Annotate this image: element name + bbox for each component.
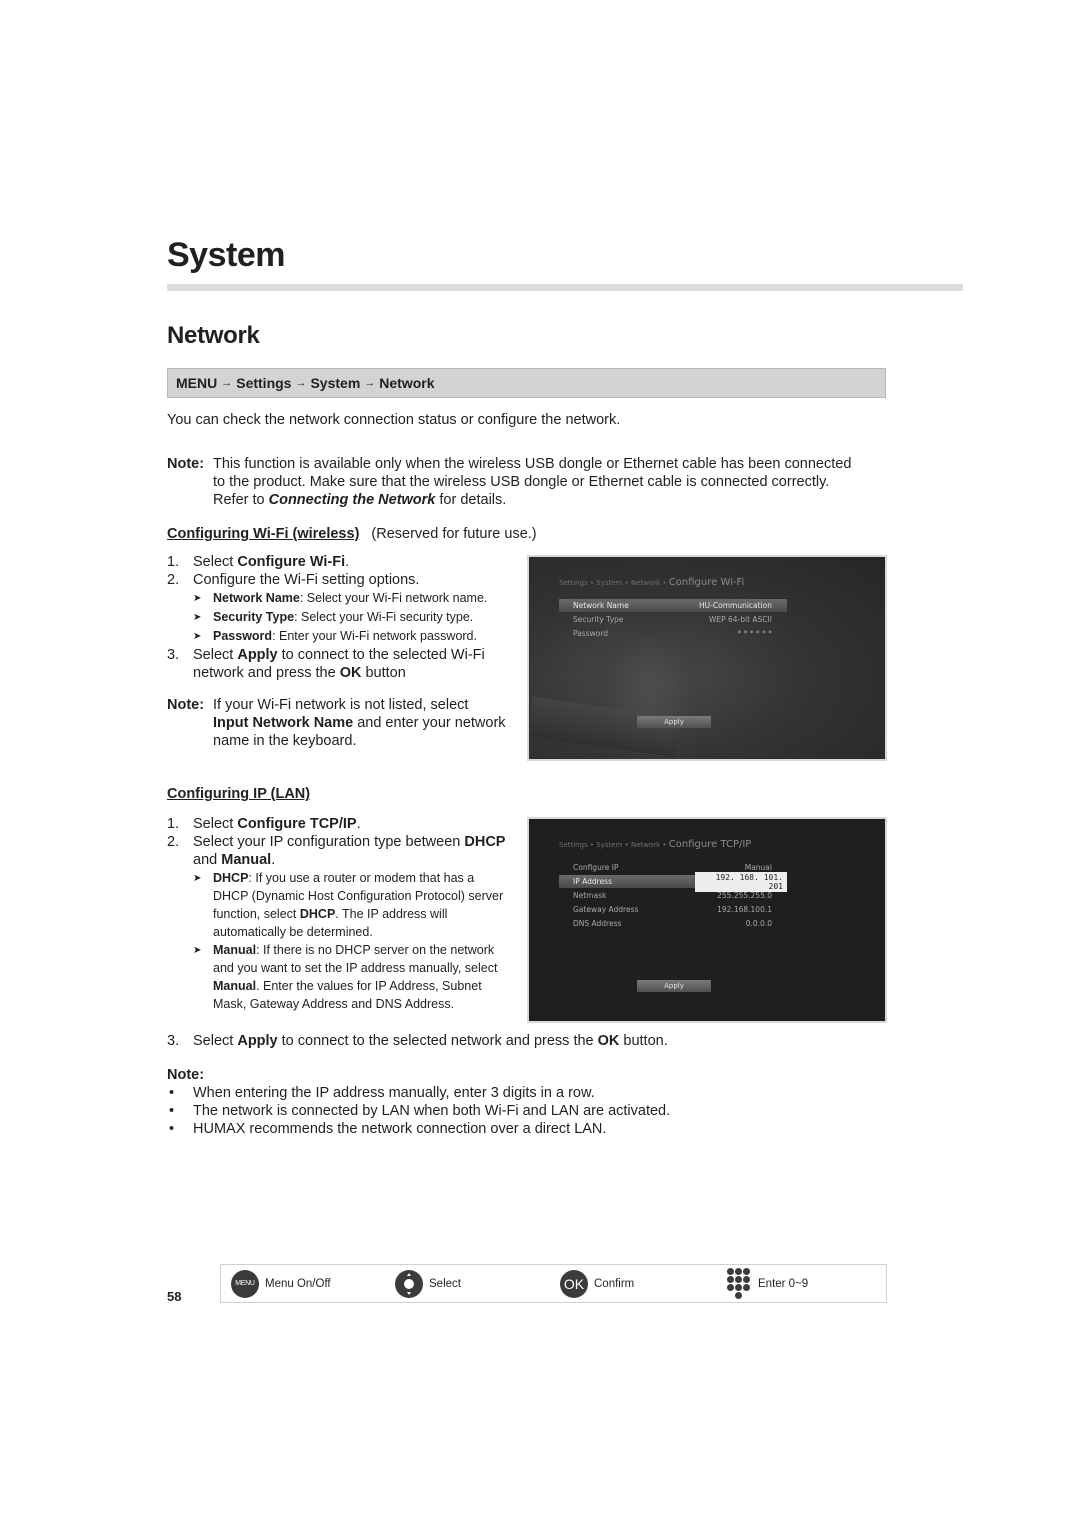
screen-row-ip-address: IP Address 192. 168. 101. 201 xyxy=(559,871,787,892)
breadcrumb-arrow-icon: → xyxy=(295,377,307,389)
connection-note: Note: This function is available only whe… xyxy=(167,455,897,509)
step-number: 1. xyxy=(167,554,180,570)
step-item: 3. Select Apply to connect to the select… xyxy=(167,647,485,681)
wifi-steps-list: 1. Select Configure Wi-Fi. 2. Configure … xyxy=(167,553,517,682)
step-number: 2. xyxy=(167,572,180,588)
bullet-item: ➤ Manual: If there is no DHCP server on t… xyxy=(193,943,498,1011)
breadcrumb-arrow-icon: → xyxy=(364,377,376,389)
lan-section-heading: Configuring IP (LAN) xyxy=(167,786,311,802)
note-text: to the product. Make sure that the wirel… xyxy=(213,474,830,490)
configure-wifi-screenshot: Settings • System • Network • Configure … xyxy=(527,555,887,761)
menu-button-icon: MENU xyxy=(231,1269,259,1298)
note-text: for details. xyxy=(435,492,507,508)
chevron-right-icon: ➤ xyxy=(193,945,202,956)
legend-item: OK Confirm xyxy=(560,1265,634,1302)
chevron-right-icon: ➤ xyxy=(193,873,202,884)
breadcrumb-arrow-icon: → xyxy=(221,377,233,389)
number-keypad-icon xyxy=(726,1267,752,1301)
page-number: 58 xyxy=(167,1289,182,1304)
step-number: 3. xyxy=(167,647,180,663)
final-note: Note: • When entering the IP address manu… xyxy=(167,1066,670,1138)
note-bullet: • When entering the IP address manually, … xyxy=(169,1085,595,1101)
subsection-title: Configuring Wi-Fi (wireless) xyxy=(167,526,360,542)
bullet-dot-icon: • xyxy=(169,1103,175,1119)
legend-label: Enter 0~9 xyxy=(758,1277,809,1290)
section-title: Network xyxy=(167,322,260,349)
note-label: Note: xyxy=(167,697,205,713)
breadcrumb-item: Settings xyxy=(236,375,292,391)
note-bullet: • The network is connected by LAN when bo… xyxy=(169,1103,671,1119)
chapter-title: System xyxy=(167,236,285,274)
screen-row-netmask: Netmask 255.255.255.0 xyxy=(573,891,772,900)
lan-steps-list: 1. Select Configure TCP/IP. 2. Select yo… xyxy=(167,815,512,1013)
legend-item: Enter 0~9 xyxy=(726,1265,808,1302)
step-item: 1. Select Configure TCP/IP. xyxy=(167,816,361,832)
screen-breadcrumb: Settings • System • Network • Configure … xyxy=(559,577,745,588)
note-text: This function is available only when the… xyxy=(213,456,852,472)
bullet-item: ➤ Network Name: Select your Wi-Fi network… xyxy=(167,589,517,608)
screen-apply-button: Apply xyxy=(637,980,711,992)
breadcrumb-item: Network xyxy=(379,375,435,391)
legend-item: Select xyxy=(395,1265,461,1302)
configure-tcpip-screenshot: Settings • System • Network • Configure … xyxy=(527,817,887,1023)
bullet-item: ➤ DHCP: If you use a router or modem that… xyxy=(193,871,504,939)
chevron-right-icon: ➤ xyxy=(193,593,202,604)
bullet-dot-icon: • xyxy=(169,1085,175,1101)
step-item: 1. Select Configure Wi-Fi. xyxy=(167,554,350,570)
screen-breadcrumb: Settings • System • Network • Configure … xyxy=(559,839,752,850)
step-number: 2. xyxy=(167,834,180,850)
cross-reference-link: Connecting the Network xyxy=(268,492,436,508)
remote-control-legend: MENU Menu On/Off Select OK Confirm Enter… xyxy=(220,1264,887,1303)
wifi-section-heading: Configuring Wi-Fi (wireless) (Reserved fo… xyxy=(167,525,537,543)
bullet-item: ➤ Security Type: Select your Wi-Fi securi… xyxy=(167,608,517,627)
intro-paragraph: You can check the network connection sta… xyxy=(167,412,621,428)
chevron-right-icon: ➤ xyxy=(193,612,202,623)
note-label: Note: xyxy=(167,456,205,472)
legend-label: Menu On/Off xyxy=(265,1277,331,1290)
bullet-item: ➤ Password: Enter your Wi-Fi network pass… xyxy=(167,627,517,646)
bullet-dot-icon: • xyxy=(169,1121,175,1137)
note-label: Note: xyxy=(167,1067,205,1083)
screen-row-dns: DNS Address 0.0.0.0 xyxy=(573,919,772,928)
chapter-divider xyxy=(167,284,963,291)
screen-row-network-name: Network Name HU-Communication xyxy=(559,599,787,612)
step-item: 3. Select Apply to connect to the select… xyxy=(167,1033,668,1049)
legend-label: Confirm xyxy=(594,1277,635,1290)
screen-row-security-type: Security Type WEP 64-bit ASCII xyxy=(573,615,772,624)
breadcrumb-item: System xyxy=(310,375,361,391)
chevron-right-icon: ➤ xyxy=(193,631,202,642)
step-item: 2. Configure the Wi-Fi setting options. xyxy=(167,572,420,588)
breadcrumb-item: MENU xyxy=(176,375,218,391)
menu-path-breadcrumb: MENU → Settings → System → Network xyxy=(167,368,886,398)
step-number: 1. xyxy=(167,816,180,832)
navigation-button-icon xyxy=(395,1269,423,1298)
note-bullet: • HUMAX recommends the network connection… xyxy=(169,1121,607,1137)
step-number: 3. xyxy=(167,1033,180,1049)
screen-row-gateway: Gateway Address 192.168.100.1 xyxy=(573,905,772,914)
reserved-note: (Reserved for future use.) xyxy=(371,526,537,542)
screen-row-password: Password * * * * * * xyxy=(573,629,772,638)
legend-item: MENU Menu On/Off xyxy=(231,1265,331,1302)
screen-apply-button: Apply xyxy=(637,716,711,728)
legend-label: Select xyxy=(429,1277,461,1290)
note-text: Refer to xyxy=(213,492,269,508)
wifi-note: Note: If your Wi-Fi network is not liste… xyxy=(167,697,506,749)
ok-button-icon: OK xyxy=(560,1269,588,1298)
step-item: 2. Select your IP configuration type bet… xyxy=(167,834,506,868)
